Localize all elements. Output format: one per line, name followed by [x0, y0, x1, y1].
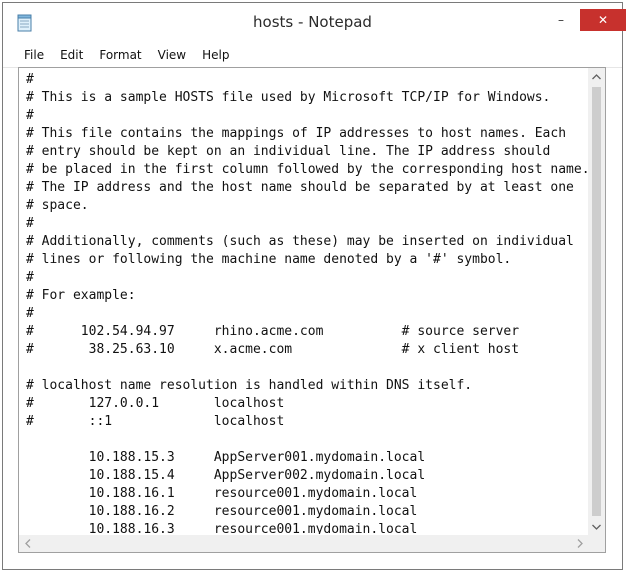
text-line: #	[26, 216, 34, 231]
text-line: # 127.0.0.1 localhost	[26, 396, 285, 411]
text-line: # be placed in the first column followed…	[26, 162, 587, 177]
menu-view[interactable]: View	[150, 43, 194, 67]
text-line: # This is a sample HOSTS file used by Mi…	[26, 90, 551, 105]
menu-file[interactable]: File	[3, 43, 52, 67]
horizontal-scrollbar[interactable]	[19, 535, 588, 552]
text-line: # localhost name resolution is handled w…	[26, 378, 473, 393]
text-line: #	[26, 306, 34, 321]
menu-help[interactable]: Help	[194, 43, 237, 67]
menu-format[interactable]: Format	[91, 43, 149, 67]
chevron-up-icon[interactable]	[588, 68, 605, 85]
text-line: 10.188.15.4 AppServer002.mydomain.local	[26, 468, 426, 483]
text-line: # Additionally, comments (such as these)…	[26, 234, 574, 249]
text-line: # The IP address and the host name shoul…	[26, 180, 574, 195]
chevron-left-icon[interactable]	[19, 535, 36, 552]
close-button[interactable]: ✕	[580, 9, 626, 31]
text-line: #	[26, 72, 34, 87]
text-content[interactable]: # # This is a sample HOSTS file used by M…	[26, 71, 587, 534]
vertical-scroll-thumb[interactable]	[592, 87, 601, 516]
text-line: # 102.54.94.97 rhino.acme.com # source s…	[26, 324, 520, 339]
menu-edit[interactable]: Edit	[52, 43, 91, 67]
close-icon: ✕	[597, 13, 609, 27]
scrollbar-corner	[588, 535, 605, 552]
text-line: 10.188.15.3 AppServer001.mydomain.local	[26, 450, 426, 465]
vertical-scrollbar[interactable]	[588, 68, 605, 535]
text-line: # space.	[26, 198, 89, 213]
chevron-down-icon[interactable]	[588, 518, 605, 535]
text-line: # For example:	[26, 288, 136, 303]
chevron-right-icon[interactable]	[571, 535, 588, 552]
text-line: #	[26, 108, 34, 123]
text-line: #	[26, 270, 34, 285]
text-line: 10.188.16.2 resource001.mydomain.local	[26, 504, 418, 519]
title-bar[interactable]: hosts - Notepad – ☐ ✕	[3, 3, 626, 43]
text-line: 10.188.16.3 resource001.mydomain.local	[26, 522, 418, 534]
window-title: hosts - Notepad	[253, 13, 372, 31]
text-line: 10.188.16.1 resource001.mydomain.local	[26, 486, 418, 501]
text-line: # 38.25.63.10 x.acme.com # x client host	[26, 342, 520, 357]
minimize-icon: –	[558, 13, 564, 27]
menu-bar: File Edit Format View Help	[3, 43, 622, 68]
text-line	[26, 359, 587, 377]
notepad-window: hosts - Notepad – ☐ ✕ FileEditFormatView…	[2, 2, 626, 570]
text-line: # entry should be kept on an individual …	[26, 144, 551, 159]
text-line	[26, 431, 587, 449]
text-line: # ::1 localhost	[26, 414, 285, 429]
text-line: # This file contains the mappings of IP …	[26, 126, 567, 141]
text-editor[interactable]: # # This is a sample HOSTS file used by M…	[18, 67, 606, 553]
minimize-button[interactable]: –	[546, 9, 576, 31]
text-line: # lines or following the machine name de…	[26, 252, 512, 267]
